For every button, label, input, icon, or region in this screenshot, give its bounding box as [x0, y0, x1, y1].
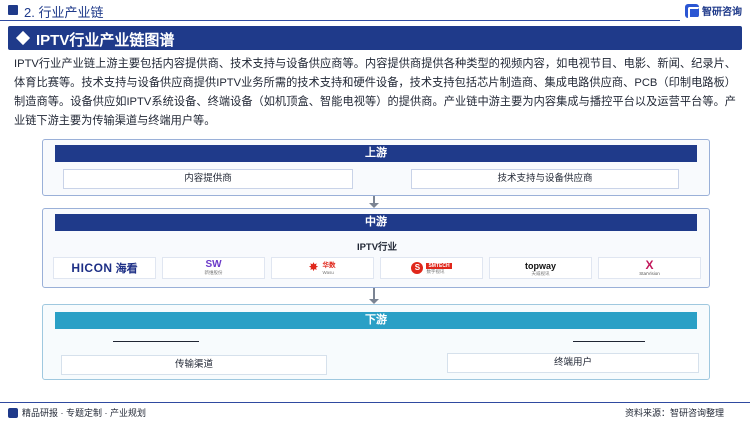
brand-name: 智研咨询	[702, 7, 742, 18]
footer: 精品研报 · 专题定制 · 产业规划 资料来源：智研咨询整理	[0, 402, 750, 421]
footer-logo-icon	[8, 407, 18, 418]
section-title: 2. 行业产业链	[24, 5, 104, 20]
brand: 智研咨询	[685, 3, 742, 19]
section-square-icon	[8, 5, 18, 15]
down-arrow-icon	[369, 196, 379, 208]
midstream-sublabel: IPTV行业	[356, 242, 398, 253]
company-logos: HICON 海看 SW 新维股份 华数 Wasu S SMTECH 数字视讯	[53, 257, 701, 279]
logo-sw: SW 新维股份	[162, 257, 265, 279]
upstream-item-tech-equipment: 技术支持与设备供应商	[411, 169, 679, 189]
upstream-item-content-provider: 内容提供商	[63, 169, 353, 189]
logo-topway: topway 天威视讯	[489, 257, 592, 279]
footer-rule	[0, 402, 750, 403]
title-bar: IPTV行业产业链图谱	[8, 26, 742, 50]
downstream-header: 下游	[55, 312, 697, 329]
logo-starvision: X StarVision	[598, 257, 701, 279]
logo-hicon: HICON 海看	[53, 257, 156, 279]
midstream-header: 中游	[55, 214, 697, 231]
downstream-item-end-users: 终端用户	[447, 353, 699, 373]
intro-paragraph: IPTV行业产业链上游主要包括内容提供商、技术支持与设备供应商等。内容提供商提供…	[14, 58, 736, 127]
down-arrow-icon	[369, 288, 379, 304]
star-icon	[309, 260, 320, 274]
midstream-panel: 中游 IPTV行业 HICON 海看 SW 新维股份 华数 Wasu S SMT…	[42, 208, 710, 288]
footer-tagline: 精品研报 · 专题定制 · 产业规划	[22, 408, 146, 418]
diamond-icon	[15, 30, 31, 46]
data-source: 资料来源：智研咨询整理	[624, 408, 724, 418]
downstream-item-transmission: 传输渠道	[61, 355, 327, 375]
brand-logo-icon	[685, 3, 700, 19]
downstream-panel: 下游 传输渠道 终端用户	[42, 304, 710, 380]
logo-smtech: S SMTECH 数字视讯	[380, 257, 483, 279]
logo-wasu: 华数 Wasu	[271, 257, 374, 279]
divider-line	[573, 341, 645, 342]
upstream-panel: 上游 内容提供商 技术支持与设备供应商	[42, 139, 710, 196]
page-title: IPTV行业产业链图谱	[36, 32, 175, 49]
upstream-header: 上游	[55, 145, 697, 162]
footer-left: 精品研报 · 专题定制 · 产业规划	[8, 406, 146, 419]
divider-line	[113, 341, 199, 342]
top-bar: 2. 行业产业链 智研咨询	[0, 0, 750, 22]
top-rule	[0, 20, 680, 21]
